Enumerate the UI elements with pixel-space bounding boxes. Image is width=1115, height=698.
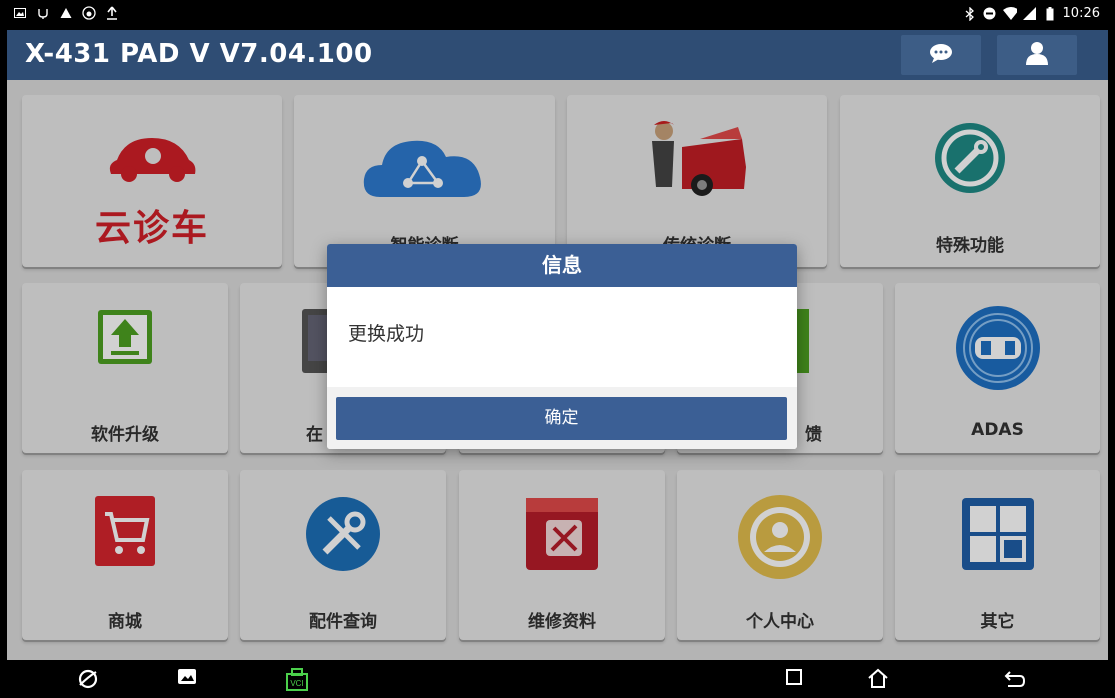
home-button[interactable] bbox=[867, 668, 889, 692]
vci-label: VCI bbox=[290, 679, 303, 688]
confirm-button[interactable]: 确定 bbox=[336, 397, 787, 440]
warning-notification-icon bbox=[59, 6, 73, 20]
app-title: X-431 PAD V V7.04.100 bbox=[25, 39, 373, 69]
dialog-message: 更换成功 bbox=[348, 323, 425, 345]
cell-signal-icon bbox=[1023, 7, 1037, 21]
user-account-button[interactable] bbox=[997, 35, 1077, 75]
usb-notification-icon bbox=[36, 6, 50, 20]
bluetooth-icon bbox=[963, 6, 977, 21]
browser-icon[interactable] bbox=[77, 668, 99, 694]
app-bar: X-431 PAD V V7.04.100 bbox=[7, 30, 1108, 80]
user-icon bbox=[1026, 41, 1048, 69]
recent-apps-button[interactable] bbox=[785, 668, 803, 690]
gallery-icon[interactable] bbox=[177, 668, 197, 690]
device-screen: 10:26 X-431 PAD V V7.04.100 云诊车 特殊功能 软件升… bbox=[7, 0, 1108, 698]
vci-connector-icon[interactable]: VCI bbox=[283, 668, 311, 696]
system-nav-bar: VCI bbox=[7, 660, 1108, 698]
back-button[interactable] bbox=[1004, 668, 1026, 692]
bug-notification-icon bbox=[82, 6, 96, 20]
chat-button[interactable] bbox=[901, 35, 981, 75]
chat-bubble-icon bbox=[928, 42, 954, 68]
info-dialog: 信息 更换成功 确定 bbox=[327, 244, 797, 449]
dialog-footer: 确定 bbox=[327, 387, 797, 449]
dialog-title: 信息 bbox=[327, 244, 797, 287]
status-time: 10:26 bbox=[1062, 6, 1100, 21]
upload-notification-icon bbox=[105, 6, 119, 20]
image-notification-icon bbox=[13, 6, 27, 20]
status-bar: 10:26 bbox=[7, 0, 1108, 30]
wifi-icon bbox=[1002, 7, 1017, 21]
do-not-disturb-icon bbox=[983, 7, 997, 21]
battery-icon bbox=[1043, 6, 1057, 21]
